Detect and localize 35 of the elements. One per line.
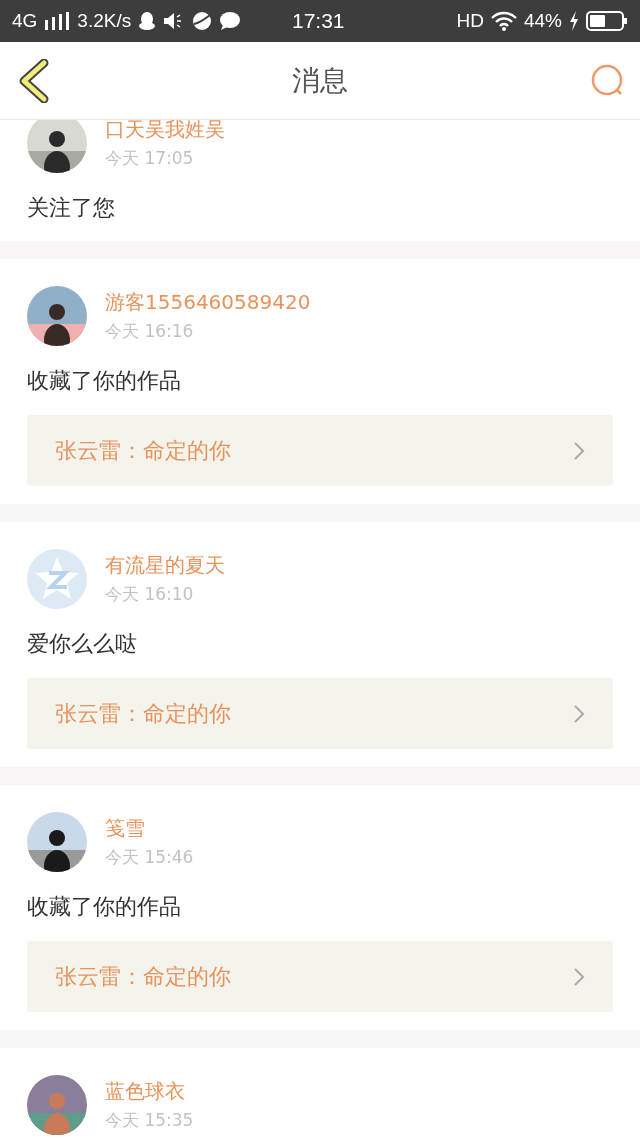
penguin-icon xyxy=(138,11,157,31)
default-avatar-icon xyxy=(27,549,87,609)
signal-icon xyxy=(44,12,71,30)
message-text: 爱你么么哒 xyxy=(27,630,138,658)
clock: 17:31 xyxy=(292,9,345,33)
work-link[interactable]: 张云雷：命定的你 xyxy=(27,415,613,486)
user-name[interactable]: 有流星的夏天 xyxy=(105,552,225,579)
timestamp: 今天 16:16 xyxy=(105,320,195,343)
charging-icon xyxy=(569,11,579,31)
user-name[interactable]: 笺雪 xyxy=(105,815,194,842)
chevron-right-icon xyxy=(573,703,585,724)
message-text: 收藏了你的作品 xyxy=(27,367,182,395)
timestamp: 今天 16:10 xyxy=(105,583,195,606)
network-speed: 3.2K/s xyxy=(77,10,132,32)
hd-label: HD xyxy=(456,10,484,32)
user-name[interactable]: 游客1556460589420 xyxy=(105,289,311,316)
chevron-right-icon xyxy=(573,440,585,461)
battery-icon xyxy=(586,11,628,31)
work-link[interactable]: 张云雷：命定的你 xyxy=(27,941,613,1012)
message-text: 收藏了你的作品 xyxy=(27,893,182,921)
page-title: 消息 xyxy=(292,62,348,99)
chat-bubble-icon xyxy=(219,11,242,31)
timestamp: 今天 17:05 xyxy=(105,147,195,170)
message-text: 关注了您 xyxy=(27,194,116,222)
wifi-icon xyxy=(490,11,517,31)
chevron-right-icon xyxy=(573,966,585,987)
network-type: 4G xyxy=(12,10,38,32)
timestamp: 今天 15:35 xyxy=(105,1109,194,1132)
planet-icon xyxy=(192,11,213,31)
back-button[interactable] xyxy=(18,58,50,103)
user-name[interactable]: 蓝色球衣 xyxy=(105,1078,194,1105)
timestamp: 今天 15:46 xyxy=(105,846,194,869)
battery-percent: 44% xyxy=(523,10,562,32)
work-link[interactable]: 张云雷：命定的你 xyxy=(27,678,613,749)
user-name[interactable]: 口天吴我姓吴 xyxy=(105,120,225,143)
